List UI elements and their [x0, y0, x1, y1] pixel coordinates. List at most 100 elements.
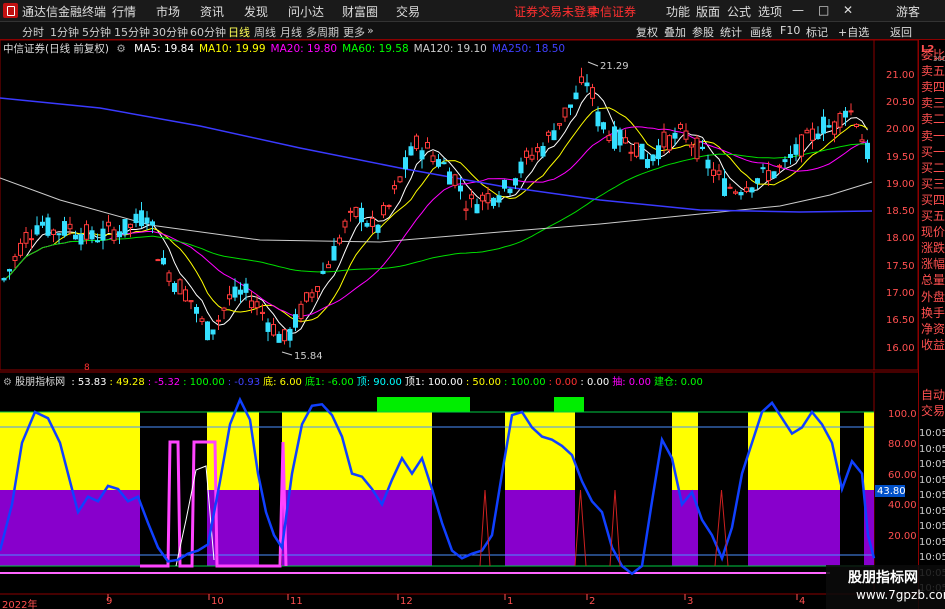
- quote-field[interactable]: 收益: [921, 336, 945, 353]
- main-chart-info: 中信证券(日线 前复权) ⚙ MA5: 19.84 MA10: 19.99 MA20…: [0, 41, 565, 55]
- candle-body: [645, 158, 650, 168]
- quote-field[interactable]: 现价: [921, 223, 945, 240]
- candle-body: [749, 187, 755, 193]
- candle-body: [683, 130, 689, 140]
- candle-body: [282, 329, 287, 342]
- candle-body: [639, 143, 645, 160]
- indicator-value: : 50.00: [465, 377, 502, 388]
- candle-body: [760, 167, 766, 170]
- quote-field[interactable]: 涨跌: [921, 239, 945, 256]
- price-tick: 21.00: [886, 70, 915, 81]
- indicator-value: 底1: -6.00: [304, 377, 354, 388]
- candle-body: [854, 123, 859, 128]
- quote-field[interactable]: 交易: [921, 402, 945, 419]
- candle-body: [529, 154, 535, 160]
- date-label: 10: [211, 596, 224, 607]
- chart-canvas[interactable]: 21.29 15.84 21.00 20.50 20.00 19.50 19.0…: [0, 0, 945, 609]
- ma-legend-item: MA250: 18.50: [491, 43, 566, 55]
- candle-body: [45, 217, 51, 236]
- candle-body: [474, 204, 480, 214]
- candle-body: [1, 277, 7, 281]
- ma-legend: MA5: 19.84 MA10: 19.99 MA20: 19.80 MA60: 19…: [129, 43, 565, 55]
- candle-body: [859, 139, 865, 143]
- candle-body: [111, 229, 117, 241]
- candle-body: [78, 234, 84, 245]
- candle-body: [430, 155, 436, 163]
- candle-body: [634, 142, 639, 157]
- candle-body: [518, 161, 524, 174]
- indicator-info: ⚙ 股朋指标网 : 53.83: 49.28: -5.32: 100.00: -…: [0, 373, 703, 388]
- candle-body: [843, 110, 848, 118]
- trade-time: 10:05: [919, 474, 945, 486]
- ma-legend-item: MA60: 19.58: [342, 43, 409, 55]
- candle-body: [496, 195, 502, 203]
- quote-field[interactable]: 买四: [921, 191, 945, 208]
- indicator-name[interactable]: 股朋指标网: [15, 377, 65, 388]
- quote-field[interactable]: 买五: [921, 207, 945, 224]
- candle-body: [249, 300, 254, 309]
- candle-body: [166, 272, 172, 282]
- indicator-value: 顶: 90.00: [356, 377, 402, 388]
- quote-field[interactable]: 委比: [921, 46, 945, 63]
- candle-body: [144, 217, 150, 224]
- candle-body: [623, 137, 628, 144]
- indicator-tick: 60.00: [888, 470, 917, 481]
- zone-yellow: [864, 412, 874, 490]
- candle-body: [260, 311, 265, 314]
- candle-body: [832, 121, 837, 135]
- candle-body: [524, 150, 529, 158]
- candle-body: [606, 135, 612, 142]
- stock-label[interactable]: 中信证券(日线 前复权): [3, 43, 109, 55]
- signal-marker-icon: 8: [84, 363, 90, 373]
- ma-legend-item: MA20: 19.80: [270, 43, 338, 55]
- candle-body: [815, 133, 821, 140]
- candle-body: [23, 231, 29, 244]
- quote-field[interactable]: 涨幅: [921, 255, 945, 272]
- date-label: 2022年: [2, 600, 38, 609]
- indicator-value: : -0.93: [227, 377, 261, 388]
- candle-body: [672, 132, 678, 139]
- candle-body: [271, 324, 276, 336]
- quote-field[interactable]: 卖五: [921, 62, 945, 79]
- candle-body: [67, 223, 73, 230]
- date-label: 4: [799, 596, 806, 607]
- zone-green-signal: [554, 397, 584, 412]
- quote-field[interactable]: 卖三: [921, 94, 945, 111]
- candle-body: [595, 111, 601, 127]
- candle-body: [29, 238, 34, 241]
- candle-body: [293, 314, 298, 328]
- quote-field[interactable]: 卖一: [921, 127, 945, 144]
- candle-body: [205, 321, 210, 341]
- candle-body: [386, 204, 392, 207]
- candle-body: [590, 87, 595, 99]
- quote-field[interactable]: 买三: [921, 175, 945, 192]
- quote-field[interactable]: 总量: [921, 271, 945, 288]
- indicator-tick: 100.0: [888, 409, 917, 420]
- quote-field[interactable]: 卖二: [921, 110, 945, 127]
- candle-body: [535, 147, 540, 153]
- candle-body: [612, 126, 617, 149]
- candle-body: [122, 219, 128, 235]
- candle-body: [34, 225, 40, 235]
- quote-field[interactable]: 自动: [921, 386, 945, 403]
- price-tick: 18.00: [886, 233, 915, 244]
- quote-field[interactable]: 买一: [921, 143, 945, 160]
- candle-body: [106, 221, 111, 227]
- candle-body: [469, 194, 474, 200]
- quote-field[interactable]: 换手: [921, 304, 945, 321]
- quote-field[interactable]: 卖四: [921, 78, 945, 95]
- candle-body: [232, 286, 238, 298]
- settings-icon[interactable]: ⚙: [116, 43, 125, 55]
- candle-body: [705, 159, 711, 169]
- candle-body: [755, 178, 760, 184]
- quote-field[interactable]: 外盘: [921, 288, 945, 305]
- quote-field[interactable]: 净资: [921, 320, 945, 337]
- candle-body: [821, 116, 826, 134]
- indicator-tick: 20.00: [888, 531, 917, 542]
- quote-field[interactable]: 买二: [921, 159, 945, 176]
- candle-body: [194, 306, 199, 314]
- candle-body: [788, 154, 793, 158]
- candle-body: [799, 134, 804, 157]
- indicator-settings-icon[interactable]: ⚙: [3, 377, 12, 388]
- indicator-value: : 100.00: [183, 377, 225, 388]
